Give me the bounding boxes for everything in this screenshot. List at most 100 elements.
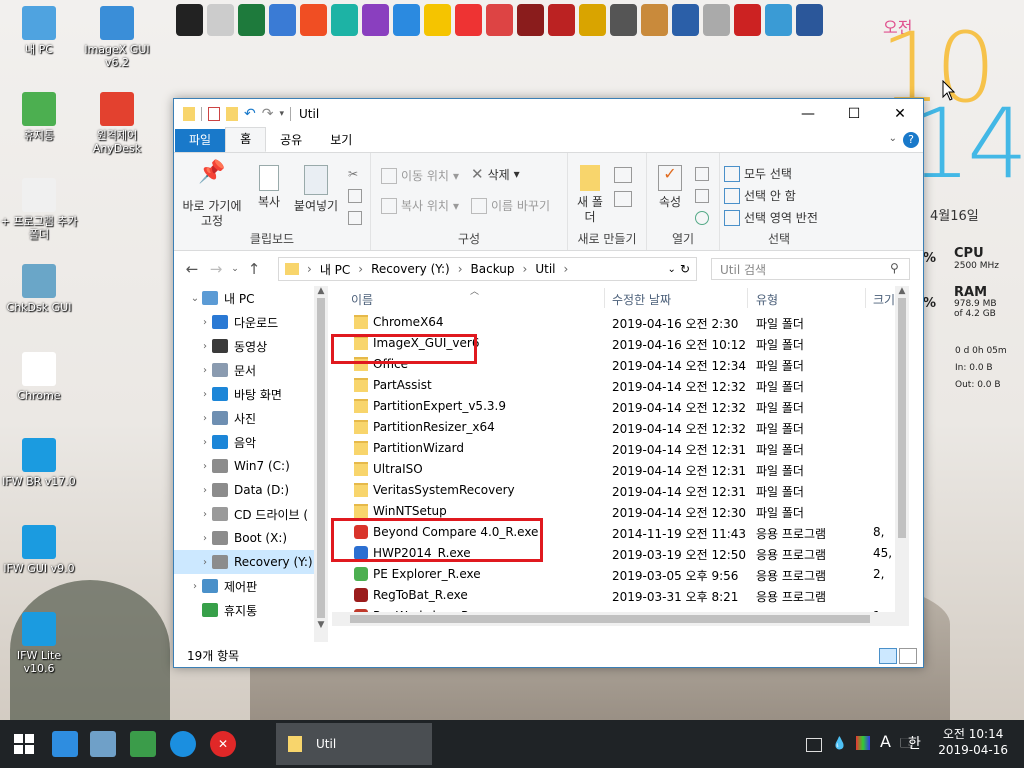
file-row[interactable]: UltraISO 2019-04-14 오전 12:31 파일 폴더 (332, 459, 909, 480)
file-row[interactable]: PartitionExpert_v5.3.9 2019-04-14 오전 12:3… (332, 396, 909, 417)
clock[interactable]: 오전 10:14 2019-04-16 (938, 726, 1008, 758)
launcher-app-icon[interactable] (424, 4, 451, 36)
select-none-button[interactable]: 선택 안 함 (724, 187, 796, 204)
collapse-chevron-icon[interactable]: › (188, 581, 202, 592)
language-indicator[interactable]: 한 (908, 733, 921, 753)
launcher-app-icon[interactable] (269, 4, 296, 36)
up-arrow-icon[interactable]: ↑ (242, 260, 266, 278)
launcher-app-icon[interactable] (579, 4, 606, 36)
minimize-button[interactable]: — (785, 99, 831, 128)
file-row[interactable]: PartitionResizer_x64 2019-04-14 오전 12:32 파… (332, 417, 909, 438)
breadcrumb-item[interactable]: Backup (471, 262, 515, 276)
launcher-app-icon[interactable] (486, 4, 513, 36)
camera-icon[interactable] (90, 731, 116, 757)
paste-button[interactable]: 붙여넣기 (290, 165, 342, 214)
nav-item[interactable]: › Data (D:) (174, 478, 314, 502)
scroll-thumb[interactable] (317, 298, 325, 618)
collapse-chevron-icon[interactable]: › (198, 341, 212, 352)
scroll-down-icon[interactable]: ▼ (314, 620, 328, 630)
launcher-app-icon[interactable] (610, 4, 637, 36)
desktop-icon[interactable]: Chrome (0, 352, 78, 402)
file-row[interactable]: VeritasSystemRecovery 2019-04-14 오전 12:31… (332, 480, 909, 501)
collapse-chevron-icon[interactable]: › (198, 413, 212, 424)
nav-item[interactable]: › 사진 (174, 406, 314, 430)
easy-access-icon[interactable] (614, 191, 632, 207)
photo-icon[interactable] (130, 731, 156, 757)
launcher-app-icon[interactable] (331, 4, 358, 36)
collapse-chevron-icon[interactable]: › (198, 557, 212, 568)
launcher-app-icon[interactable] (176, 4, 203, 36)
move-to-button[interactable]: 이동 위치 ▾ (381, 167, 459, 184)
new-item-icon[interactable] (614, 167, 632, 183)
horizontal-scrollbar[interactable] (332, 612, 895, 626)
title-bar[interactable]: ↶ ↷ ▾ Util — ☐ ✕ (174, 99, 923, 128)
ink-icon[interactable]: 💧 (832, 736, 847, 750)
nav-item[interactable]: › Recovery (Y:) (174, 550, 314, 574)
refresh-icon[interactable]: ↻ (680, 262, 690, 276)
cut-icon[interactable]: ✂ (348, 167, 358, 181)
taskbar-app-explorer[interactable]: Util (276, 723, 432, 765)
launcher-app-icon[interactable] (207, 4, 234, 36)
list-scrollbar[interactable]: ▲ (895, 286, 909, 626)
nav-item[interactable]: › 문서 (174, 358, 314, 382)
launcher-app-icon[interactable] (393, 4, 420, 36)
nav-item[interactable]: › 다운로드 (174, 310, 314, 334)
breadcrumb-item[interactable]: Recovery (Y:) (371, 262, 450, 276)
copy-path-icon[interactable] (348, 189, 362, 203)
launcher-app-icon[interactable] (362, 4, 389, 36)
search-input[interactable]: Util 검색 (711, 258, 910, 280)
file-row[interactable]: PE Explorer_R.exe 2019-03-05 오후 9:56 응용 프로… (332, 564, 909, 585)
pin-to-quick-access-button[interactable]: 📌 바로 가기에 고정 (180, 162, 244, 229)
ribbon-expand-icon[interactable]: ⌄ (889, 133, 897, 144)
nav-item[interactable]: 휴지통 (174, 598, 314, 622)
file-row[interactable]: PartitionWizard 2019-04-14 오전 12:31 파일 폴더 (332, 438, 909, 459)
column-date[interactable]: 수정한 날짜 (612, 291, 671, 308)
desktop-icon[interactable]: + 프로그램 추가 폴더 (0, 178, 78, 241)
forward-arrow-icon[interactable]: → (204, 260, 228, 278)
launcher-app-icon[interactable] (517, 4, 544, 36)
scroll-up-icon[interactable]: ▲ (314, 286, 328, 296)
nav-item[interactable]: › 제어판 (174, 574, 314, 598)
history-dropdown-icon[interactable]: ⌄ (668, 264, 676, 275)
copy-to-button[interactable]: 복사 위치 ▾ (381, 197, 459, 214)
file-row[interactable]: RegToBat_R.exe 2019-03-31 오후 8:21 응용 프로그램 (332, 585, 909, 606)
properties-icon[interactable] (208, 106, 220, 121)
copy-button[interactable]: 복사 (252, 165, 286, 210)
launcher-app-icon[interactable] (641, 4, 668, 36)
collapse-chevron-icon[interactable]: › (198, 317, 212, 328)
collapse-chevron-icon[interactable]: › (198, 365, 212, 376)
address-bar[interactable]: › 내 PC › Recovery (Y:) › Backup › Util ›… (278, 257, 697, 281)
details-view-icon[interactable] (879, 648, 897, 664)
new-folder-icon[interactable] (226, 106, 238, 121)
scroll-up-icon[interactable]: ▲ (895, 286, 909, 296)
network-icon[interactable] (806, 738, 822, 752)
desktop-icon[interactable]: ImageX GUI v6.2 (78, 6, 156, 69)
rename-button[interactable]: 이름 바꾸기 (471, 197, 550, 214)
launcher-app-icon[interactable] (734, 4, 761, 36)
launcher-app-icon[interactable] (765, 4, 792, 36)
launcher-app-icon[interactable] (672, 4, 699, 36)
nav-item[interactable]: ⌄ 내 PC (174, 286, 314, 310)
launcher-app-icon[interactable] (300, 4, 327, 36)
breadcrumb-item[interactable]: Util (535, 262, 555, 276)
nav-item[interactable]: › Win7 (C:) (174, 454, 314, 478)
large-icons-view-icon[interactable] (899, 648, 917, 664)
expand-chevron-icon[interactable]: ⌄ (188, 293, 202, 304)
invert-selection-button[interactable]: 선택 영역 반전 (724, 209, 818, 226)
desktop-icon[interactable]: IFW GUI v9.0 (0, 525, 78, 575)
maximize-button[interactable]: ☐ (831, 99, 877, 128)
desktop-icon[interactable]: IFW BR v17.0 (0, 438, 78, 488)
collapse-chevron-icon[interactable]: › (198, 509, 212, 520)
refresh-icon[interactable] (170, 731, 196, 757)
collapse-chevron-icon[interactable]: › (198, 533, 212, 544)
undo-icon[interactable]: ↶ (244, 106, 256, 122)
select-all-button[interactable]: 모두 선택 (724, 165, 792, 182)
collapse-chevron-icon[interactable]: › (198, 461, 212, 472)
column-size[interactable]: 크기 (873, 291, 895, 308)
redo-icon[interactable]: ↷ (262, 106, 274, 122)
tab-file[interactable]: 파일 (175, 129, 226, 152)
windows-start-icon[interactable] (14, 734, 34, 754)
scroll-thumb[interactable] (898, 298, 906, 538)
nav-item[interactable]: › 바탕 화면 (174, 382, 314, 406)
file-row[interactable]: PartAssist 2019-04-14 오전 12:32 파일 폴더 (332, 375, 909, 396)
